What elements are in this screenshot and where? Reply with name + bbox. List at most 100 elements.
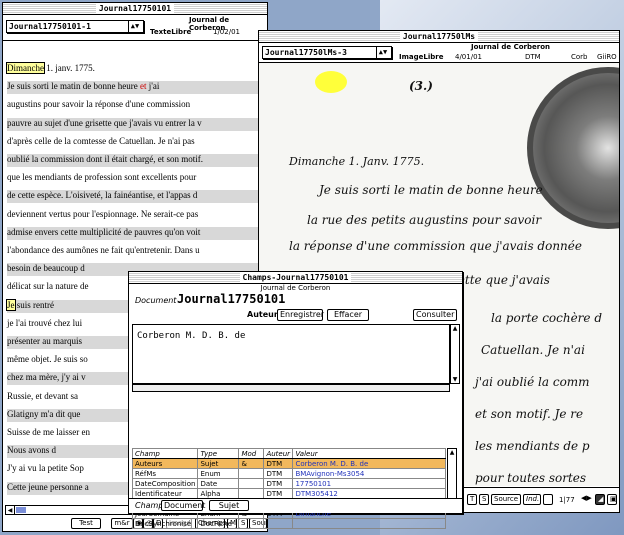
image-corb-label: Corb [571,53,588,61]
text-span: j'ai [146,81,160,92]
manuscript-line: pour toutes sortes [475,471,587,485]
image-ind-field[interactable] [543,494,553,505]
fields-table-cell: 17750101 [292,478,446,489]
fields-table-cell: DocFiche [197,518,240,529]
text-line: de cette espèce. L'oisiveté, la fainéant… [7,190,267,204]
champs-footer: Champ Document Sujet [129,498,462,513]
text-window-title: Journal17750101 [95,4,175,13]
fields-table-row[interactable]: DateComposition Date DTM 17750101 [131,478,446,489]
fields-table-cell: Sujet [197,458,240,469]
text-line: oublié la commission dont il était charg… [7,154,267,167]
fields-table-cell [238,488,265,499]
image-document-popup-value: Journal17750lMs-3 [265,48,347,57]
manuscript-line: et son motif. Je re [475,407,584,421]
manuscript-line: la réponse d'une commission que j'avais … [289,239,582,253]
text-window-titlebar[interactable]: Journal17750101 [3,3,267,15]
fields-table-cell: Identificateur [131,488,199,499]
champs-window-titlebar[interactable]: Champs-Journal17750101 [129,272,462,284]
text-span: 1. janv. 1775. [43,63,95,73]
col-auteur: Auteur [263,448,294,459]
text-line: d'après celle de la comtesse de Catuella… [7,136,267,149]
fields-table-row[interactable]: Identificateur Alpha DTM DTM305412 [131,488,446,499]
text-span: besoin de beaucoup d [7,263,85,274]
fields-table-header: Champ Type Mod Auteur Valeur [131,448,446,459]
consulter-button[interactable]: Consulter [413,309,457,321]
text-span: délicat sur la nature de [7,281,89,292]
manuscript-line: la rue des petits augustins pour savoir [307,213,542,227]
image-header-journal-title: Journal de Corberon [471,43,550,51]
text-span: que les mendiants de profession sont exc… [7,172,197,183]
scroll-left-icon[interactable]: ◀ [5,505,15,515]
text-span: Cette jeune personne a [7,481,89,492]
table-scroll-up-icon[interactable]: ▲ [448,449,456,456]
text-line: l'abondance des aumônes ne fait qu'entre… [7,245,267,258]
image-window-titlebar[interactable]: Journal17750lMs [259,31,619,43]
image-ind-button[interactable]: Ind. [523,494,541,505]
author-text-field[interactable]: Corberon M. D. B. de [132,324,450,384]
text-span: J'y ai vu la petite Sop [7,463,84,474]
text-span: je l'ai trouvé chez lui [7,317,83,328]
fields-table-cell: BMAvignon-Ms3054 [292,468,446,479]
fields-table-cell: DTM [263,488,294,499]
test-button[interactable]: Test [71,518,101,529]
text-span: Je suis sorti le matin de bonne heure [7,81,140,92]
image-dtm-label: DTM [525,53,541,61]
image-zoom-icon[interactable]: ◢ [595,494,605,505]
author-field-hscroll[interactable] [132,384,450,392]
text-line: Je suis sorti le matin de bonne heure et… [7,81,267,95]
effacer-button[interactable]: Effacer [327,309,369,321]
col-mod: Mod [238,448,265,459]
document-footer-button[interactable]: Document [161,500,205,511]
scroll-thumb[interactable] [16,507,26,513]
fields-table-row[interactable]: RéfMs Enum DTM BMAvignon-Ms3054 [131,468,446,479]
type-label: TexteLibre [150,28,192,36]
scroll-down-icon[interactable]: ▼ [451,376,459,383]
text-span: chez ma mère, j'y ai v [7,372,86,383]
manuscript-page-number: (3.) [409,79,433,93]
image-document-popup[interactable]: Journal17750lMs-3 ▲▼ [262,46,392,59]
image-source-button[interactable]: Source [491,494,521,505]
image-window-header: Journal17750lMs-3 ▲▼ Journal de Corberon… [259,43,619,63]
text-span: Glatigny m'a dit que [7,408,81,419]
yellow-marker-icon [315,71,347,93]
image-window-title: Journal17750lMs [399,32,479,41]
t-button[interactable]: T [467,494,477,505]
manuscript-line: Je suis sorti le matin de bonne heure [319,183,543,197]
manuscript-line: j'ai oublié la comm [475,375,590,389]
popup-arrows-icon: ▲▼ [128,21,141,32]
fields-table-cell: DTM [263,458,294,469]
manuscript-line: la porte cochère d [491,311,603,325]
image-resize-icon[interactable]: ▣ [607,494,617,505]
fields-table-cell: Enum [197,468,240,479]
enregistrer-button[interactable]: Enregistrer [277,309,324,321]
fields-table-row[interactable]: DocSynchronisé DocFiche [131,518,446,529]
fields-table-cell: Date [197,478,240,489]
document-value: Journal17750101 [177,292,286,306]
text-line: deviennent vertus pour l'espionnage. Ne … [7,209,267,222]
image-s-button[interactable]: S [479,494,489,505]
text-span: pauvre au sujet d'une grisette que j'ava… [7,117,202,128]
fields-table-cell [238,518,265,529]
text-span: d'après celle de la comtesse de Catuella… [7,135,195,146]
text-span: Russie, et devant sa [7,390,78,401]
image-gii-label: GiiRO [597,53,617,61]
fields-table-cell: DTM [263,468,294,479]
image-page-arrows-icon[interactable]: ◀▶ [579,494,593,505]
col-type: Type [197,448,240,459]
text-span: deviennent vertus pour l'espionnage. Ne … [7,208,199,219]
author-field-scrollbar[interactable]: ▲ ▼ [450,324,460,384]
marked-word: Dimanche [6,62,45,74]
fields-table-cell: Alpha [197,488,240,499]
mr-button[interactable]: m&r [111,518,133,529]
fields-table-cell: DocSynchronisé [131,518,199,529]
text-line: Dimanche 1. janv. 1775. [6,62,267,76]
sujet-footer-button[interactable]: Sujet [209,500,249,511]
champ-footer-label: Champ [135,501,164,510]
manuscript-line: Dimanche 1. Janv. 1775. [289,155,425,168]
text-span: oublié la commission dont il était charg… [7,154,204,164]
fields-table-row[interactable]: Auteurs Sujet & DTM Corberon M. D. B. de [131,458,446,469]
document-popup[interactable]: Journal17750101-1 ▲▼ [6,20,144,33]
scroll-up-icon[interactable]: ▲ [451,325,459,332]
popup-arrows-icon: ▲▼ [376,47,389,58]
col-champ: Champ [131,448,199,459]
